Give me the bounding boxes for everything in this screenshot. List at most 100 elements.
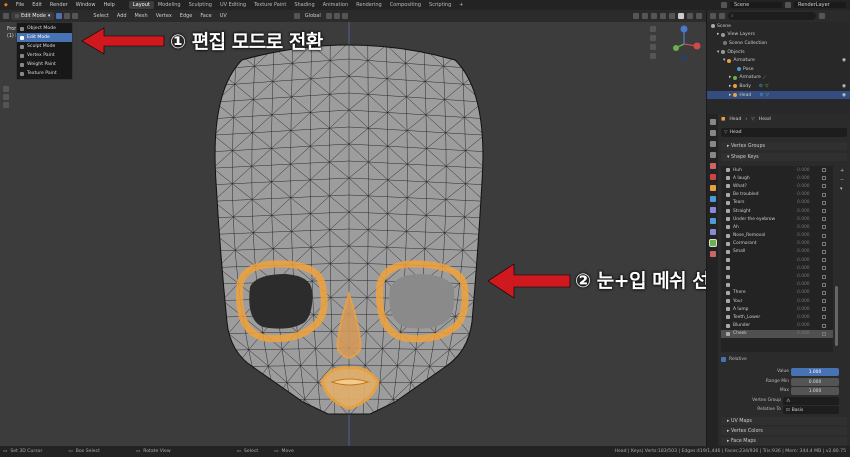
shape-key-value[interactable]: 0.000: [797, 233, 810, 238]
shape-key-row[interactable]: 0.000: [721, 272, 833, 280]
shape-key-value[interactable]: 0.000: [797, 299, 810, 304]
outliner-row-scene-collection[interactable]: Scene Collection: [707, 39, 850, 48]
gizmo-icon[interactable]: [642, 13, 648, 19]
shape-key-mute-checkbox[interactable]: [822, 225, 826, 230]
shape-key-mute-checkbox[interactable]: [822, 192, 826, 197]
shape-key-row[interactable]: Huh 0.000: [721, 166, 833, 174]
shape-key-mute-checkbox[interactable]: [822, 299, 826, 304]
eye-icon[interactable]: ◉: [842, 58, 850, 63]
modifier-tab-icon[interactable]: [709, 196, 716, 202]
shape-key-mute-checkbox[interactable]: [822, 249, 826, 254]
shape-key-value[interactable]: 0.000: [797, 225, 810, 230]
shape-key-row[interactable]: Small 0.000: [721, 248, 833, 256]
shape-key-value[interactable]: 0.000: [797, 168, 810, 173]
shape-key-mute-checkbox[interactable]: [822, 258, 826, 263]
render-tab-icon[interactable]: [709, 130, 716, 136]
shape-list-scrollbar[interactable]: [835, 166, 838, 352]
menu-help[interactable]: Help: [99, 2, 118, 8]
pivot-icon[interactable]: [325, 13, 332, 19]
outliner-row-view-layers[interactable]: ▸ View Layers: [707, 31, 850, 40]
shape-key-row[interactable]: 0.000: [721, 256, 833, 264]
scene-tab-icon[interactable]: [709, 163, 716, 169]
scene-selector[interactable]: Scene: [730, 2, 782, 8]
shape-key-value[interactable]: 0.000: [797, 266, 810, 271]
shape-key-mute-checkbox[interactable]: [822, 274, 826, 279]
tool-tab-icon[interactable]: [709, 119, 716, 125]
header-menu-select[interactable]: Select: [90, 13, 111, 19]
shape-key-value[interactable]: 0.000: [797, 176, 810, 181]
solid-shading-icon[interactable]: [678, 13, 684, 19]
add-icon[interactable]: +: [840, 168, 844, 174]
shape-key-value[interactable]: 0.000: [797, 282, 810, 287]
mesh-name-field[interactable]: ▽ Head: [721, 128, 847, 137]
shape-key-value[interactable]: 0.000: [797, 331, 810, 336]
shape-key-mute-checkbox[interactable]: [822, 266, 826, 271]
workspace-tab-rendering[interactable]: Rendering: [352, 1, 386, 9]
wireframe-shading-icon[interactable]: [669, 13, 675, 19]
range-min-field[interactable]: 0.000: [791, 378, 839, 386]
menu-edit[interactable]: Edit: [28, 2, 46, 8]
workspace-tab-compositing[interactable]: Compositing: [386, 1, 425, 9]
menu-edit-mode[interactable]: Edit Mode: [17, 33, 72, 42]
outliner-row-scene[interactable]: Scene: [707, 22, 850, 31]
shape-key-value[interactable]: 0.000: [797, 274, 810, 279]
outliner-row-objects[interactable]: ▾ Objects: [707, 48, 850, 57]
outliner-row-head[interactable]: ▸ Head ⚙ ▽ ◉: [707, 90, 850, 100]
3d-viewport[interactable]: Front (1) H: [0, 22, 706, 446]
shape-key-row[interactable]: There 0.000: [721, 289, 833, 297]
face-maps-header[interactable]: ▸ Face Maps: [721, 437, 847, 445]
shape-key-value[interactable]: 0.000: [797, 184, 810, 189]
shape-key-value[interactable]: 0.000: [797, 249, 810, 254]
shape-key-value[interactable]: 0.000: [797, 315, 810, 320]
camera-view-icon[interactable]: [650, 44, 656, 50]
shape-key-mute-checkbox[interactable]: [822, 168, 826, 173]
outliner-row-pose[interactable]: Pose: [707, 65, 850, 74]
zoom-icon[interactable]: [650, 26, 656, 32]
shape-key-mute-checkbox[interactable]: [822, 241, 826, 246]
shape-key-row[interactable]: What? 0.000: [721, 182, 833, 190]
outliner-editor-icon[interactable]: [710, 13, 716, 19]
shape-key-mute-checkbox[interactable]: [822, 200, 826, 205]
menu-sculpt-mode[interactable]: Sculpt Mode: [17, 42, 72, 51]
outliner-row-armature-data[interactable]: ▸ Armature ⟋: [707, 74, 850, 83]
constraint-tab-icon[interactable]: [709, 229, 716, 235]
menu-object-mode[interactable]: Object Mode: [17, 24, 72, 33]
workspace-tab-uv-editing[interactable]: UV Editing: [216, 1, 250, 9]
shape-key-row[interactable]: Ah 0.000: [721, 223, 833, 231]
blender-logo-icon[interactable]: ◆: [0, 2, 12, 8]
shape-key-mute-checkbox[interactable]: [822, 233, 826, 238]
max-field[interactable]: 1.000: [791, 387, 839, 395]
shape-key-row[interactable]: A laugh 0.000: [721, 174, 833, 182]
vertex-select-icon[interactable]: [56, 13, 63, 19]
particles-tab-icon[interactable]: [709, 207, 716, 213]
shape-key-value[interactable]: 0.000: [797, 241, 810, 246]
shape-key-row[interactable]: Tears 0.000: [721, 199, 833, 207]
snap-icon[interactable]: [333, 13, 340, 19]
shape-key-mute-checkbox[interactable]: [822, 184, 826, 189]
vertex-colors-header[interactable]: ▸ Vertex Colors: [721, 427, 847, 435]
chevron-down-icon[interactable]: ▾: [840, 186, 844, 192]
menu-file[interactable]: File: [12, 2, 28, 8]
remove-icon[interactable]: −: [840, 177, 844, 183]
header-menu-vertex[interactable]: Vertex: [153, 13, 175, 19]
shape-key-mute-checkbox[interactable]: [822, 290, 826, 295]
header-menu-add[interactable]: Add: [114, 13, 130, 19]
header-menu-edge[interactable]: Edge: [177, 13, 196, 19]
grid-icon[interactable]: [650, 53, 656, 59]
shape-key-mute-checkbox[interactable]: [822, 176, 826, 181]
menu-vertex-paint[interactable]: Vertex Paint: [17, 51, 72, 60]
vertex-groups-header[interactable]: ▸ Vertex Groups: [721, 142, 847, 150]
shape-key-mute-checkbox[interactable]: [822, 315, 826, 320]
rendered-shading-icon[interactable]: [696, 13, 702, 19]
view-layer-tab-icon[interactable]: [709, 152, 716, 158]
material-shading-icon[interactable]: [687, 13, 693, 19]
relative-checkbox[interactable]: [721, 357, 726, 362]
shape-key-row[interactable]: Teeth_Lower 0.000: [721, 313, 833, 321]
workspace-tab-shading[interactable]: Shading: [290, 1, 318, 9]
shape-key-row[interactable]: 0.000: [721, 281, 833, 289]
face-select-icon[interactable]: [72, 13, 79, 19]
outliner-row-body[interactable]: ▸ Body ⚙ ▽ ◉: [707, 82, 850, 91]
shape-key-row[interactable]: Be troubled 0.000: [721, 191, 833, 199]
menu-weight-paint[interactable]: Weight Paint: [17, 60, 72, 69]
display-mode-icon[interactable]: [719, 13, 725, 19]
